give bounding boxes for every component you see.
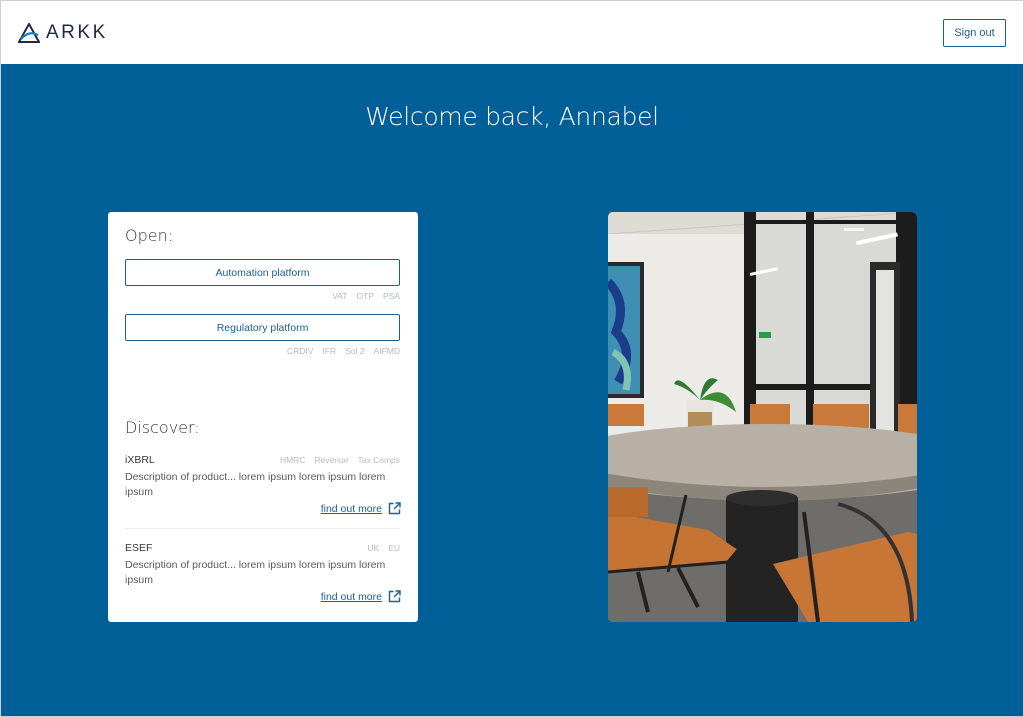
- regulatory-platform-tags: CRDIV IFR Sol 2 AIFMD: [287, 346, 400, 356]
- tag: IFR: [322, 346, 337, 356]
- product-tags-ixbrl: HMRC Revenue Tax Comps: [280, 455, 400, 465]
- product-card: Open: Automation platform VAT OTP PSA Re…: [108, 212, 418, 622]
- tag: CRDIV: [287, 346, 314, 356]
- product-name-esef: ESEF: [125, 542, 153, 554]
- tag: Revenue: [314, 455, 349, 465]
- regulatory-platform-button[interactable]: Regulatory platform: [125, 314, 400, 341]
- find-out-more-label: find out more: [320, 502, 382, 515]
- welcome-heading: Welcome back, Annabel: [365, 102, 659, 131]
- find-out-more-link-ixbrl[interactable]: find out more: [321, 502, 401, 515]
- tag: HMRC: [279, 455, 306, 465]
- find-out-more-label: find out more: [320, 590, 382, 603]
- main-area: Welcome back, Annabel Open: Automation p…: [1, 64, 1023, 716]
- open-section-title: Open:: [125, 226, 174, 245]
- sign-out-button[interactable]: Sign out: [943, 18, 1006, 47]
- tag: Sol 2: [345, 346, 365, 356]
- find-out-more-link-esef[interactable]: find out more: [321, 590, 401, 603]
- office-meeting-room-image: [608, 212, 917, 622]
- tag: EU: [388, 543, 400, 553]
- tag: Tax Comps: [357, 455, 400, 465]
- tag: UK: [367, 543, 380, 553]
- external-link-icon: [388, 590, 401, 603]
- external-link-icon: [388, 502, 401, 515]
- product-tags-esef: UK EU: [367, 543, 400, 553]
- brand-logo[interactable]: ARKK: [18, 22, 108, 44]
- discover-section-title: Discover:: [125, 418, 200, 437]
- automation-platform-tags: VAT OTP PSA: [332, 291, 400, 301]
- arkk-logo-icon: [18, 22, 40, 43]
- tag: PSA: [382, 291, 400, 301]
- tag: AIFMD: [373, 346, 400, 356]
- tag: OTP: [356, 291, 374, 301]
- automation-platform-button[interactable]: Automation platform: [125, 259, 400, 286]
- product-name-ixbrl: iXBRL: [125, 454, 155, 466]
- product-divider: [125, 528, 400, 529]
- brand-name: ARKK: [46, 21, 108, 43]
- tag: VAT: [332, 291, 348, 301]
- product-description-esef: Description of product... lorem ipsum lo…: [125, 559, 386, 586]
- product-description-ixbrl: Description of product... lorem ipsum lo…: [125, 471, 386, 498]
- top-bar: ARKK Sign out: [1, 1, 1023, 64]
